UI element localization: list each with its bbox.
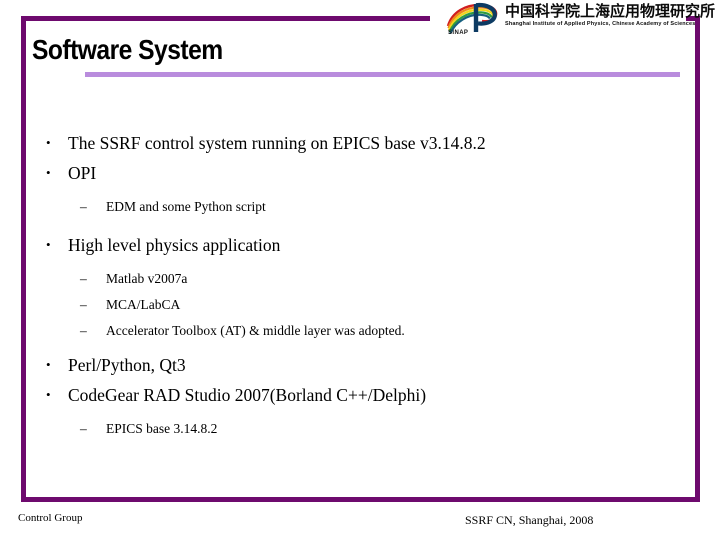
footer-left-text: Control Group — [18, 512, 83, 524]
bullet-item: CodeGear RAD Studio 2007(Borland C++/Del… — [32, 380, 682, 410]
logo-wordmark: 中国科学院上海应用物理研究所 Shanghai Institute of App… — [505, 2, 715, 28]
bullet-item: OPI — [32, 158, 682, 188]
slide-title: Software System — [32, 34, 223, 65]
bullet-item: The SSRF control system running on EPICS… — [32, 128, 682, 158]
slide-body: The SSRF control system running on EPICS… — [32, 128, 682, 442]
footer-right-text: SSRF CN, Shanghai, 2008 — [465, 513, 594, 527]
sinap-acronym: SINAP — [448, 30, 469, 36]
bullet-item: Perl/Python, Qt3 — [32, 350, 682, 380]
sub-bullet-item: Accelerator Toolbox (AT) & middle layer … — [32, 318, 682, 344]
logo-chinese-name: 中国科学院上海应用物理研究所 — [505, 2, 716, 20]
presentation-slide: SINAP 中国科学院上海应用物理研究所 Shanghai Institute … — [0, 0, 720, 540]
logo-english-name: Shanghai Institute of Applied Physics, C… — [505, 21, 696, 27]
sub-bullet-item: EDM and some Python script — [32, 194, 682, 220]
sinap-logo-mark: SINAP — [446, 2, 502, 36]
title-underline-rule — [85, 72, 680, 77]
sub-bullet-item: Matlab v2007a — [32, 266, 682, 292]
bullet-item: High level physics application — [32, 230, 682, 260]
sub-bullet-item: MCA/LabCA — [32, 292, 682, 318]
sub-bullet-item: EPICS base 3.14.8.2 — [32, 416, 682, 442]
sinap-logo: SINAP 中国科学院上海应用物理研究所 Shanghai Institute … — [446, 2, 715, 36]
